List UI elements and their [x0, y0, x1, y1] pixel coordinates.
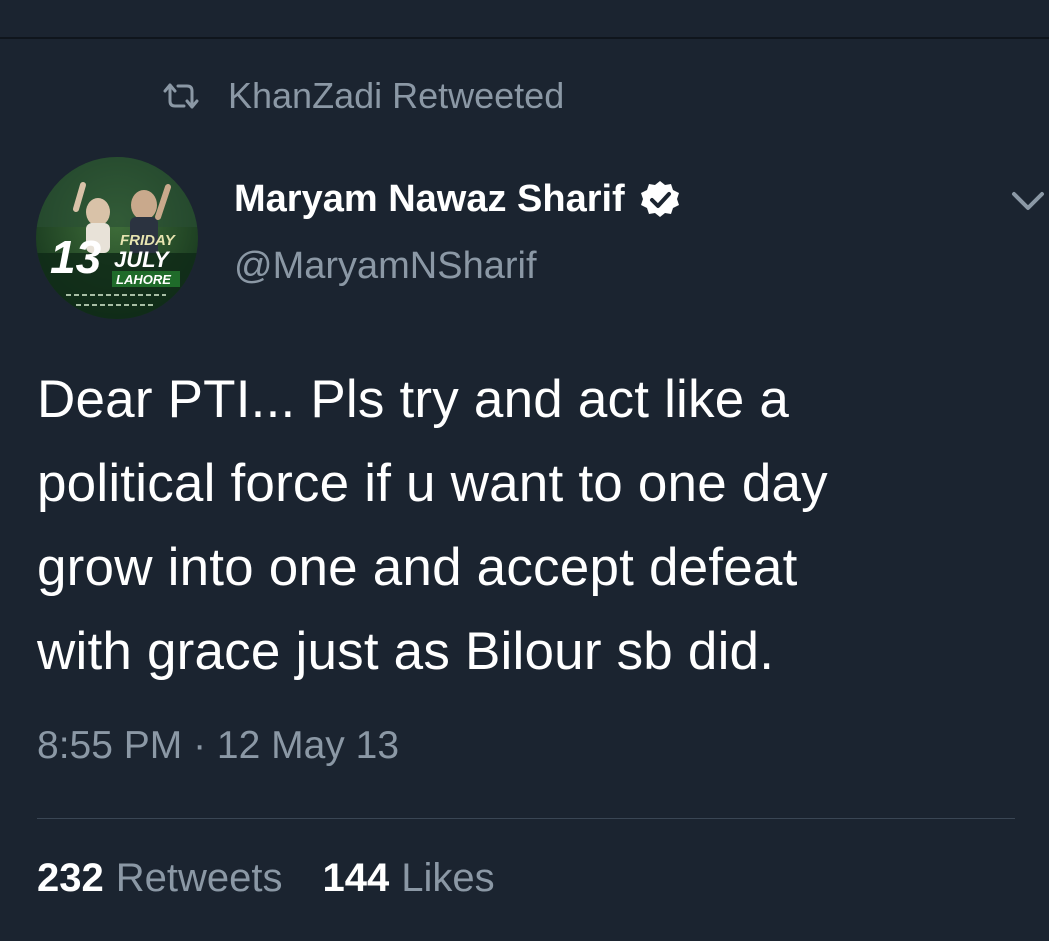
divider — [37, 818, 1015, 819]
retweets-stat[interactable]: 232 Retweets — [37, 856, 283, 901]
likes-label: Likes — [401, 856, 495, 900]
tweet-text-line: Dear PTI... Pls try and act like a — [37, 370, 790, 429]
tweet-text: Dear PTI... Pls try and act like a polit… — [37, 358, 1037, 694]
engagement-stats: 232 Retweets 144 Likes — [37, 856, 495, 901]
avatar[interactable]: 13 FRIDAY JULY LAHORE — [36, 157, 198, 319]
tweet-text-line: political force if u want to one day — [37, 454, 828, 513]
likes-count: 144 — [322, 856, 390, 900]
likes-stat[interactable]: 144 Likes — [323, 856, 495, 901]
author-name-label: Maryam Nawaz Sharif — [234, 178, 625, 220]
chevron-down-icon[interactable] — [1010, 186, 1046, 216]
author-name[interactable]: Maryam Nawaz Sharif — [234, 178, 681, 221]
author-handle[interactable]: @MaryamNSharif — [234, 245, 537, 288]
retweet-icon — [162, 82, 200, 110]
avatar-badge-month: JULY — [114, 247, 171, 272]
avatar-badge-city: LAHORE — [116, 272, 171, 287]
retweet-context[interactable]: KhanZadi Retweeted — [162, 74, 564, 118]
top-divider — [0, 37, 1049, 39]
retweet-context-label: KhanZadi Retweeted — [228, 75, 565, 116]
tweet-timestamp[interactable]: 8:55 PM · 12 May 13 — [37, 724, 399, 768]
verified-badge-icon — [639, 179, 681, 221]
avatar-badge-number: 13 — [50, 231, 102, 283]
retweets-label: Retweets — [115, 856, 283, 900]
retweets-count: 232 — [37, 856, 104, 900]
tweet-text-line: with grace just as Bilour sb did. — [37, 622, 775, 681]
tweet-text-line: grow into one and accept defeat — [37, 538, 798, 597]
